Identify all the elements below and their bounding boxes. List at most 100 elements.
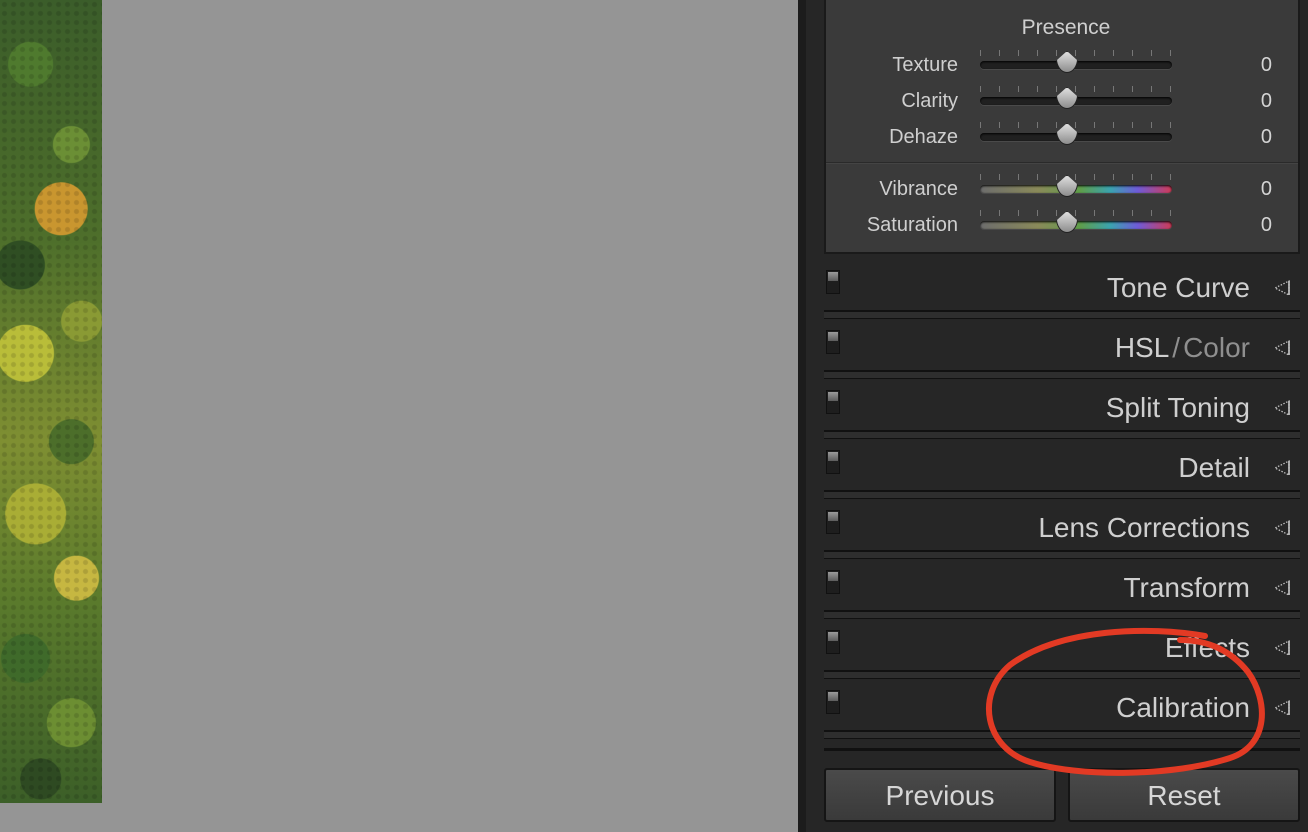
section-bar — [824, 550, 1300, 559]
section-detail[interactable]: Detail — [824, 440, 1300, 500]
section-title[interactable]: Transform — [1123, 572, 1250, 604]
section-bar — [824, 610, 1300, 619]
section-transform[interactable]: Transform — [824, 560, 1300, 620]
saturation-value[interactable]: 0 — [1261, 214, 1272, 237]
slider-tick — [1132, 86, 1133, 92]
section-hsl-color[interactable]: HSL / Color — [824, 320, 1300, 380]
slider-tick — [980, 122, 981, 128]
tab-separator: / — [1172, 332, 1181, 363]
section-title[interactable]: Lens Corrections — [1038, 512, 1250, 544]
slider-tick — [1132, 122, 1133, 128]
triangle-expand-icon[interactable] — [1274, 700, 1290, 716]
slider-tick — [1075, 210, 1076, 216]
previous-button[interactable]: Previous — [824, 768, 1056, 822]
section-bar — [824, 430, 1300, 439]
slider-ticks — [980, 122, 1172, 130]
slider-tick — [1018, 50, 1019, 56]
slider-tick — [1094, 174, 1095, 180]
slider-tick — [1056, 174, 1057, 180]
section-title[interactable]: Split Toning — [1106, 392, 1250, 424]
section-title[interactable]: Calibration — [1116, 692, 1250, 724]
develop-right-panel: Presence Texture 0 Clarity 0 Dehaze 0 Vi… — [798, 0, 1308, 832]
toggle-switch-icon[interactable] — [826, 390, 840, 414]
slider-tick — [999, 174, 1000, 180]
slider-tick — [1056, 210, 1057, 216]
vibrance-row: Vibrance 0 — [826, 174, 1298, 204]
section-bar — [824, 730, 1300, 739]
color-tab[interactable]: Color — [1183, 332, 1250, 363]
triangle-expand-icon[interactable] — [1274, 280, 1290, 296]
texture-value[interactable]: 0 — [1261, 54, 1272, 77]
slider-tick — [1170, 174, 1171, 180]
slider-tick — [1094, 122, 1095, 128]
section-lens-corrections[interactable]: Lens Corrections — [824, 500, 1300, 560]
section-calibration[interactable]: Calibration — [824, 680, 1300, 740]
slider-tick — [1113, 50, 1114, 56]
slider-tick — [1056, 86, 1057, 92]
clarity-value[interactable]: 0 — [1261, 90, 1272, 113]
slider-tick — [1018, 122, 1019, 128]
toggle-switch-icon[interactable] — [826, 690, 840, 714]
slider-tick — [1056, 122, 1057, 128]
toggle-switch-icon[interactable] — [826, 450, 840, 474]
hsl-tab[interactable]: HSL — [1115, 332, 1169, 363]
texture-row: Texture 0 — [826, 50, 1298, 80]
slider-tick — [999, 50, 1000, 56]
section-title[interactable]: Effects — [1165, 632, 1250, 664]
slider-ticks — [980, 50, 1172, 58]
dehaze-label: Dehaze — [889, 126, 958, 148]
panel-end-line — [824, 748, 1300, 751]
triangle-expand-icon[interactable] — [1274, 640, 1290, 656]
toggle-switch-icon[interactable] — [826, 630, 840, 654]
section-title[interactable]: Tone Curve — [1107, 272, 1250, 304]
toggle-switch-icon[interactable] — [826, 330, 840, 354]
slider-tick — [1151, 174, 1152, 180]
slider-tick — [1056, 50, 1057, 56]
slider-tick — [1018, 174, 1019, 180]
slider-tick — [1170, 86, 1171, 92]
section-effects[interactable]: Effects — [824, 620, 1300, 680]
dehaze-value[interactable]: 0 — [1261, 126, 1272, 149]
triangle-expand-icon[interactable] — [1274, 580, 1290, 596]
section-bar — [824, 310, 1300, 319]
triangle-expand-icon[interactable] — [1274, 340, 1290, 356]
slider-tick — [1094, 50, 1095, 56]
section-bar — [824, 370, 1300, 379]
toggle-switch-icon[interactable] — [826, 510, 840, 534]
slider-tick — [1151, 210, 1152, 216]
slider-tick — [1037, 86, 1038, 92]
section-split-toning[interactable]: Split Toning — [824, 380, 1300, 440]
triangle-expand-icon[interactable] — [1274, 400, 1290, 416]
section-bar — [824, 670, 1300, 679]
slider-tick — [1170, 210, 1171, 216]
slider-tick — [1075, 174, 1076, 180]
toggle-switch-icon[interactable] — [826, 570, 840, 594]
slider-tick — [1132, 50, 1133, 56]
basic-panel-presence: Presence Texture 0 Clarity 0 Dehaze 0 Vi… — [824, 0, 1300, 254]
photo-preview — [0, 0, 102, 803]
slider-ticks — [980, 86, 1172, 94]
triangle-expand-icon[interactable] — [1274, 520, 1290, 536]
image-canvas[interactable] — [102, 0, 798, 832]
vibrance-value[interactable]: 0 — [1261, 178, 1272, 201]
section-title[interactable]: HSL / Color — [1115, 332, 1250, 364]
slider-tick — [1151, 50, 1152, 56]
slider-tick — [1037, 174, 1038, 180]
slider-tick — [999, 210, 1000, 216]
toggle-switch-icon[interactable] — [826, 270, 840, 294]
saturation-label: Saturation — [866, 214, 958, 236]
slider-tick — [1094, 210, 1095, 216]
slider-tick — [980, 174, 981, 180]
slider-tick — [1151, 122, 1152, 128]
slider-tick — [1094, 86, 1095, 92]
slider-tick — [1113, 122, 1114, 128]
triangle-expand-icon[interactable] — [1274, 460, 1290, 476]
reset-button[interactable]: Reset — [1068, 768, 1300, 822]
vibrance-label: Vibrance — [879, 178, 958, 200]
presence-divider — [826, 162, 1298, 164]
section-tone-curve[interactable]: Tone Curve — [824, 260, 1300, 320]
slider-tick — [1075, 86, 1076, 92]
slider-tick — [1113, 86, 1114, 92]
dehaze-row: Dehaze 0 — [826, 122, 1298, 152]
section-title[interactable]: Detail — [1178, 452, 1250, 484]
